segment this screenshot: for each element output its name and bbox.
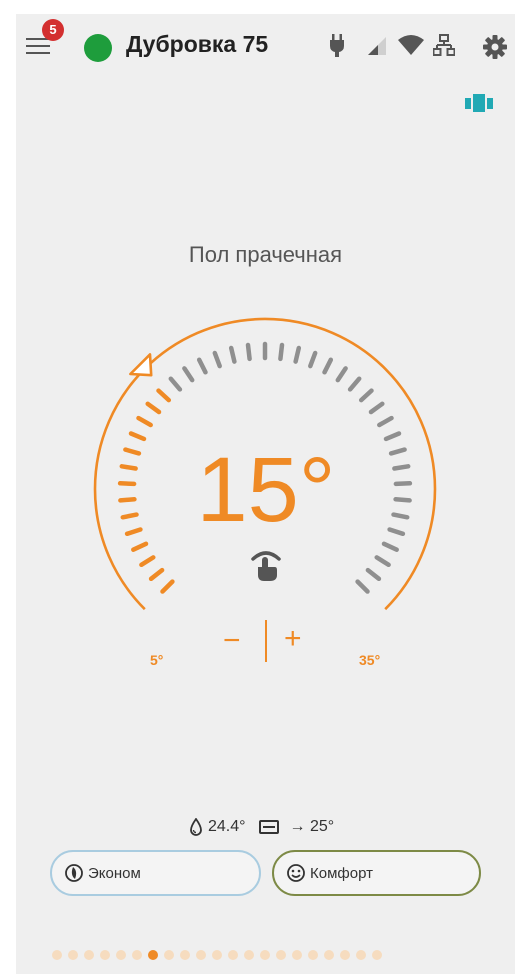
zone-name: Пол прачечная bbox=[188, 242, 343, 267]
page-dot[interactable] bbox=[148, 950, 158, 960]
dial-tick bbox=[335, 366, 348, 383]
page-dot[interactable] bbox=[164, 950, 174, 960]
dial-tick bbox=[131, 541, 149, 552]
dial-tick bbox=[139, 555, 156, 568]
wifi-icon bbox=[398, 35, 424, 55]
dial-tick bbox=[160, 579, 175, 594]
page-dot[interactable] bbox=[308, 950, 318, 960]
page-indicator bbox=[52, 950, 382, 960]
page-dot[interactable] bbox=[244, 950, 254, 960]
smiley-icon bbox=[287, 864, 305, 882]
target-temperature: 15° bbox=[196, 439, 336, 541]
cellular-signal-icon bbox=[368, 37, 386, 55]
page-dot[interactable] bbox=[180, 950, 190, 960]
economy-icon bbox=[65, 864, 83, 882]
dial-tick bbox=[123, 447, 142, 456]
dial-tick bbox=[347, 376, 362, 392]
page-dot[interactable] bbox=[340, 950, 350, 960]
device-title: Дубровка 75 bbox=[126, 31, 269, 57]
page-dot[interactable] bbox=[372, 950, 382, 960]
page-dot[interactable] bbox=[292, 950, 302, 960]
page-dot[interactable] bbox=[212, 950, 222, 960]
page-dot[interactable] bbox=[260, 950, 270, 960]
dial-tick bbox=[392, 464, 411, 471]
dial-handle[interactable] bbox=[129, 353, 153, 377]
page-dot[interactable] bbox=[132, 950, 142, 960]
page-dot[interactable] bbox=[196, 950, 206, 960]
dial-tick bbox=[228, 345, 237, 364]
dial-tick bbox=[120, 512, 139, 520]
dial-tick bbox=[245, 342, 252, 362]
dual-zone-icon[interactable] bbox=[465, 94, 493, 112]
dial-tick bbox=[118, 497, 137, 503]
page-dot[interactable] bbox=[228, 950, 238, 960]
dial-tick bbox=[148, 567, 165, 582]
dial-tick bbox=[212, 350, 222, 369]
connection-status-indicator bbox=[84, 34, 112, 62]
app-screen: 5 Дубровка 75 Пол прачечная 15° − + 5° 3… bbox=[16, 14, 515, 974]
top-bar: 5 Дубровка 75 bbox=[16, 14, 515, 78]
dial-tick bbox=[117, 481, 137, 487]
increase-temperature-button[interactable]: + bbox=[284, 622, 302, 656]
dial-tick bbox=[293, 345, 302, 364]
dial-tick bbox=[168, 376, 183, 392]
ethernet-network-icon bbox=[433, 34, 455, 56]
dial-tick bbox=[381, 541, 399, 552]
dial-tick bbox=[182, 366, 195, 383]
dial-tick bbox=[278, 342, 285, 362]
page-dot[interactable] bbox=[324, 950, 334, 960]
dial-tick bbox=[308, 350, 318, 369]
dial-tick bbox=[374, 555, 391, 568]
menu-icon-line bbox=[26, 52, 50, 54]
water-drop-icon bbox=[190, 818, 202, 836]
dial-tick bbox=[387, 527, 406, 537]
menu-icon-line bbox=[26, 45, 50, 47]
readings-row: 24.4° → 25° bbox=[188, 818, 334, 836]
page-dot[interactable] bbox=[356, 950, 366, 960]
dial-tick bbox=[393, 481, 413, 487]
dial-tick bbox=[368, 401, 385, 415]
min-temperature-label: 5° bbox=[150, 652, 164, 668]
dial-tick bbox=[393, 497, 412, 503]
dial-tick bbox=[124, 527, 143, 537]
touch-control-icon bbox=[251, 551, 281, 581]
max-temperature-label: 35° bbox=[359, 652, 381, 668]
page-dot[interactable] bbox=[276, 950, 286, 960]
dial-tick bbox=[377, 415, 394, 428]
dial-tick bbox=[136, 415, 153, 428]
dial-tick bbox=[365, 567, 382, 582]
dial-tick bbox=[355, 579, 370, 594]
page-dot[interactable] bbox=[100, 950, 110, 960]
dial-tick bbox=[145, 401, 162, 415]
dial-tick bbox=[128, 431, 147, 442]
page-dot[interactable] bbox=[68, 950, 78, 960]
page-dot[interactable] bbox=[52, 950, 62, 960]
dial-tick bbox=[358, 388, 374, 403]
economy-mode-label: Эконом bbox=[88, 864, 141, 882]
decrease-temperature-button[interactable]: − bbox=[223, 624, 241, 658]
dial-tick bbox=[119, 464, 138, 471]
floor-temperature-value: 24.4° bbox=[208, 818, 246, 835]
comfort-mode-button[interactable]: Комфорт bbox=[272, 850, 481, 896]
dial-tick bbox=[383, 431, 402, 442]
target-floor-temperature: → 25° bbox=[289, 818, 335, 835]
economy-mode-button[interactable]: Эконом bbox=[50, 850, 261, 896]
dial-tick bbox=[388, 447, 407, 456]
notification-badge[interactable]: 5 bbox=[42, 19, 64, 41]
dial-tick bbox=[196, 357, 208, 375]
comfort-mode-label: Комфорт bbox=[310, 864, 373, 882]
dial-tick bbox=[322, 357, 334, 375]
dial-tick bbox=[156, 388, 172, 403]
page-dot[interactable] bbox=[84, 950, 94, 960]
floor-heating-icon bbox=[258, 820, 279, 834]
plug-icon bbox=[330, 34, 344, 57]
gear-icon[interactable] bbox=[482, 34, 508, 60]
page-dot[interactable] bbox=[116, 950, 126, 960]
dial-tick bbox=[391, 512, 410, 520]
control-divider bbox=[265, 620, 267, 662]
